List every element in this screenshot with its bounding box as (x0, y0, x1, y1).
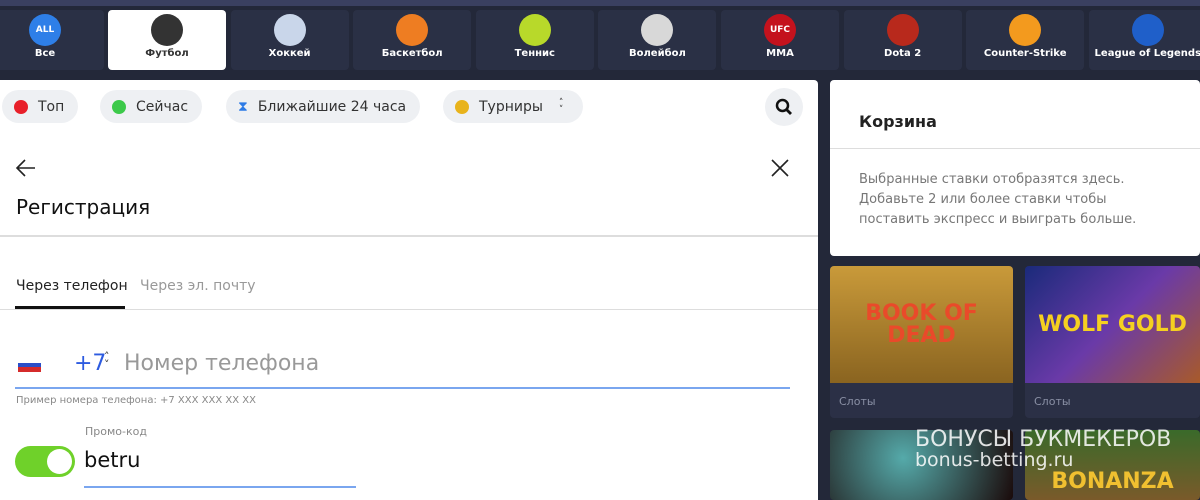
sport-tab-1[interactable]: Футбол (108, 10, 226, 70)
filter-label: Турниры (479, 98, 543, 115)
sport-tab-3[interactable]: Баскетбол (353, 10, 472, 70)
phone-hint: Пример номера телефона: +7 XXX XXX XX XX (16, 395, 256, 406)
ufc-icon: UFC (764, 14, 796, 46)
sport-tab-7[interactable]: Dota 2 (843, 10, 962, 70)
search-icon (775, 98, 792, 115)
fire-icon (14, 99, 28, 114)
filter-chip-3[interactable]: Турниры ˄ ˅ (443, 90, 583, 123)
filter-chip-2[interactable]: ⧗ Ближайшие 24 часа (226, 90, 421, 123)
watermark-line2: bonus-betting.ru (915, 449, 1074, 472)
promo-underline (84, 486, 356, 488)
tab-phone[interactable]: Через телефон (16, 278, 128, 294)
country-code-select[interactable]: +7 (74, 351, 106, 376)
sport-tab-label: MMA (766, 48, 794, 59)
promo-toggle[interactable] (15, 446, 75, 477)
divider (0, 309, 818, 310)
promo-label: Промо-код (85, 425, 147, 438)
filter-label: Сейчас (136, 98, 189, 115)
sport-tab-6[interactable]: UFC MMA (721, 10, 839, 70)
filter-label: Топ (38, 98, 65, 115)
main-panel: Топ Сейчас ⧗ Ближайшие 24 часа Турниры ˄ ˅ Рег… (0, 80, 818, 500)
sport-tab-5[interactable]: Волейбол (598, 10, 717, 70)
badge-text: UFC (769, 25, 791, 35)
watermark: БОНУСЫ БУКМЕКЕРОВ bonus-betting.ru (915, 428, 1171, 471)
slot-category: Слоты (839, 395, 876, 408)
close-icon[interactable] (771, 159, 789, 177)
sport-tab-label: Dota 2 (884, 48, 922, 59)
sport-tab-label: Все (34, 48, 56, 59)
russia-flag-icon[interactable] (18, 358, 41, 372)
hockey-icon (273, 14, 306, 46)
badge-text: ALL (35, 25, 55, 35)
sport-tab-label: Футбол (145, 48, 189, 59)
filter-label: Ближайшие 24 часа (257, 98, 407, 115)
sports-nav: ALL Все Футбол Хоккей Баскетбол Теннис Волейбо… (0, 8, 1200, 78)
slot-card[interactable]: WOLF GOLD Слоты (1025, 266, 1200, 418)
counter-strike-icon (1009, 14, 1042, 46)
divider (830, 148, 1200, 149)
phone-underline (15, 387, 790, 389)
sport-tab-label: Баскетбол (381, 48, 443, 59)
search-button[interactable] (765, 88, 803, 126)
slot-category: Слоты (1034, 395, 1071, 408)
top-strip (0, 0, 1200, 6)
cart-message: Выбранные ставки отобразятся здесь. Доба… (859, 172, 1137, 227)
tab-email[interactable]: Через эл. почту (140, 278, 256, 294)
hourglass-icon: ⧗ (238, 98, 248, 115)
tennis-ball-icon (518, 14, 551, 46)
globe-icon (455, 99, 469, 114)
filter-chip-1[interactable]: Сейчас (100, 90, 203, 123)
chevron-updown-icon: ˄ ˅ (558, 97, 564, 115)
back-arrow-icon[interactable] (15, 158, 37, 178)
live-dot-icon (112, 99, 126, 114)
phone-input[interactable]: Номер телефона (124, 351, 784, 376)
sport-tab-2[interactable]: Хоккей (230, 10, 349, 70)
sport-tab-label: Хоккей (268, 48, 311, 59)
sport-tab-4[interactable]: Теннис (475, 10, 594, 70)
divider (0, 235, 818, 237)
sport-tab-label: Теннис (514, 48, 555, 59)
sport-tab-9[interactable]: League of Legends (1088, 10, 1200, 70)
volleyball-icon (641, 14, 674, 46)
cart-title: Корзина (859, 112, 937, 131)
page-title: Регистрация (16, 195, 151, 219)
slot-image: BOOK OF DEAD (830, 266, 1013, 383)
slot-image: WOLF GOLD (1025, 266, 1200, 383)
soccer-ball-icon (151, 14, 183, 46)
sport-tab-8[interactable]: Counter-Strike (966, 10, 1085, 70)
lol-icon (1131, 14, 1164, 46)
sport-tab-label: Волейбол (628, 48, 686, 59)
sport-tab-0[interactable]: ALL Все (0, 10, 104, 70)
sport-tab-label: Counter-Strike (983, 48, 1067, 59)
basketball-icon (396, 14, 429, 46)
dota-icon (886, 14, 919, 46)
all-icon: ALL (29, 14, 61, 46)
bet-slip: Корзина Выбранные ставки отобразятся зде… (830, 80, 1200, 256)
slot-card[interactable]: BOOK OF DEAD Слоты (830, 266, 1013, 418)
chevron-updown-icon[interactable]: ˄ ˅ (104, 351, 110, 370)
filter-chip-0[interactable]: Топ (2, 90, 79, 123)
promo-input[interactable]: betru (84, 448, 140, 472)
sport-tab-label: League of Legends (1094, 48, 1200, 59)
